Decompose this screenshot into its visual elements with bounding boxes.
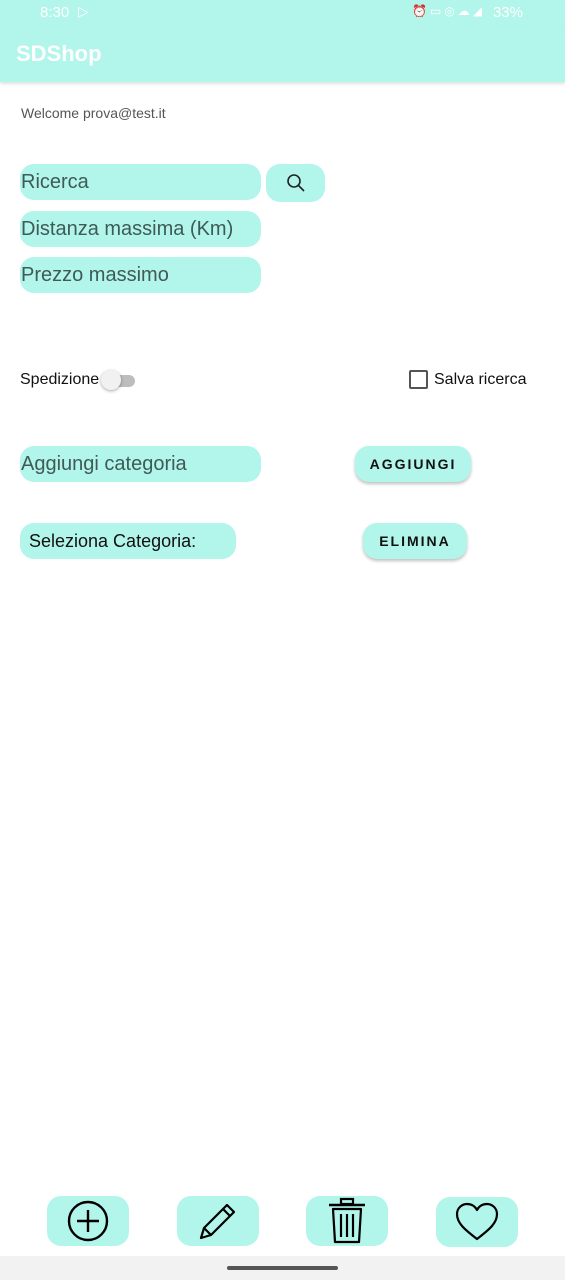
shipping-toggle[interactable] bbox=[101, 369, 137, 391]
search-icon bbox=[286, 174, 305, 192]
nav-add-button[interactable] bbox=[47, 1196, 129, 1246]
add-category-input[interactable] bbox=[20, 446, 262, 482]
trash-icon bbox=[329, 1197, 365, 1244]
pencil-icon bbox=[199, 1203, 236, 1240]
gesture-bar bbox=[0, 1256, 565, 1280]
add-category-button[interactable]: AGGIUNGI bbox=[355, 446, 471, 482]
status-icons: ⏰▭◎☁◢ bbox=[412, 4, 485, 18]
status-bar: 8:30 ▷ ⏰▭◎☁◢ 33% bbox=[0, 0, 565, 26]
category-select-label: Seleziona Categoria: bbox=[29, 530, 197, 551]
price-input[interactable] bbox=[20, 257, 262, 293]
status-time: 8:30 bbox=[40, 4, 70, 21]
delete-category-button[interactable]: ELIMINA bbox=[363, 523, 467, 559]
nav-edit-button[interactable] bbox=[177, 1196, 259, 1246]
app-title: SDShop bbox=[16, 41, 102, 66]
app-bar: SDShop bbox=[0, 26, 565, 82]
distance-input[interactable] bbox=[20, 211, 262, 247]
welcome-text: Welcome prova@test.it bbox=[21, 105, 166, 121]
nav-delete-button[interactable] bbox=[306, 1196, 388, 1246]
toggle-thumb bbox=[101, 370, 121, 390]
home-handle[interactable] bbox=[227, 1266, 338, 1270]
save-search-label: Salva ricerca bbox=[434, 371, 527, 388]
search-input[interactable] bbox=[20, 164, 262, 200]
shipping-label: Spedizione bbox=[20, 371, 100, 388]
search-field[interactable] bbox=[20, 164, 262, 200]
price-field[interactable] bbox=[20, 257, 262, 293]
battery-level: 33% bbox=[492, 4, 523, 21]
save-search-checkbox[interactable] bbox=[409, 370, 428, 389]
search-button[interactable] bbox=[266, 164, 325, 202]
nav-favorites-button[interactable] bbox=[436, 1197, 518, 1247]
distance-field[interactable] bbox=[20, 211, 262, 247]
play-store-icon: ▷ bbox=[78, 3, 89, 19]
category-select[interactable]: Seleziona Categoria: bbox=[20, 523, 236, 559]
add-category-field[interactable] bbox=[20, 446, 262, 482]
heart-icon bbox=[455, 1202, 499, 1241]
add-circle-icon bbox=[67, 1200, 109, 1242]
